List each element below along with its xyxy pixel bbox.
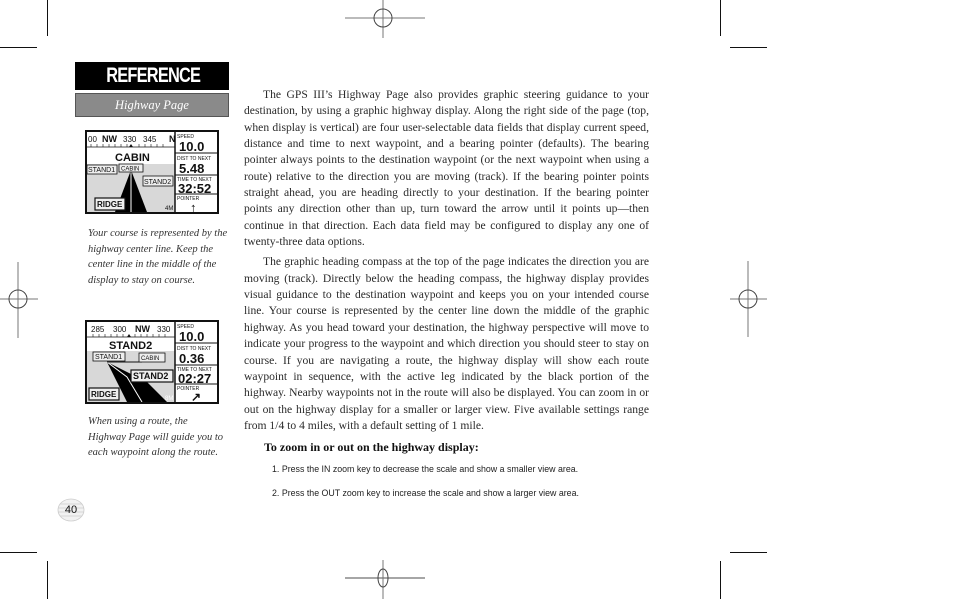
procedure-step: 2. Press the OUT zoom key to increase th… (272, 488, 579, 499)
page-number: 40 (64, 504, 78, 516)
destination-name: CABIN (115, 152, 150, 164)
crop-mark (0, 47, 37, 48)
compass-label: 330 (157, 325, 171, 334)
waypoint-label: CABIN (141, 356, 159, 362)
field-value: 32:52 (178, 181, 211, 196)
crop-mark (47, 0, 48, 36)
waypoint-label: RIDGE (97, 200, 123, 209)
field-value: 10.0 (179, 329, 204, 344)
waypoint-label: CABIN (121, 167, 139, 173)
procedure-heading: To zoom in or out on the highway display… (264, 440, 479, 454)
registration-mark-right (730, 261, 767, 337)
crop-mark (0, 552, 37, 553)
waypoint-label: RIDGE (91, 390, 117, 399)
procedure-step: 1. Press the IN zoom key to decrease the… (272, 464, 579, 475)
registration-mark-left (0, 262, 38, 338)
body-text: The GPS III’s Highway Page also provides… (244, 87, 649, 434)
registration-mark-top (345, 0, 425, 38)
paragraph: The graphic heading compass at the top o… (244, 255, 649, 432)
field-value: 10.0 (179, 139, 204, 154)
bearing-pointer-icon: ↗ (191, 390, 201, 402)
subsection-title: Highway Page (115, 98, 189, 112)
compass-label: 00 (88, 135, 97, 144)
waypoint-label: STAND2 (133, 371, 168, 381)
paragraph: The GPS III’s Highway Page also provides… (244, 88, 649, 249)
map-scale: 8M (165, 396, 173, 402)
figure-caption: When using a route, the Highway Page wil… (88, 416, 224, 459)
compass-label: NW (135, 324, 150, 334)
page-number-badge: 40 (56, 498, 86, 522)
gps-screen-highway-2: 285 300 NW 330 STAND2 STAND1 CABIN STAND… (85, 320, 219, 404)
compass-label: NW (102, 134, 117, 144)
crop-mark (730, 552, 767, 553)
crop-mark (730, 47, 767, 48)
highway-display: 285 300 NW 330 STAND2 STAND1 CABIN STAND… (87, 322, 217, 404)
subsection-title-bar: Highway Page (75, 93, 229, 117)
compass-label: 300 (113, 325, 127, 334)
destination-name: STAND2 (109, 340, 152, 352)
compass-label: 285 (91, 325, 105, 334)
section-title-bar: REFERENCE (75, 62, 229, 90)
field-value: 5.48 (179, 161, 204, 176)
crop-mark (720, 561, 721, 599)
gps-screen-highway-1: 00 NW 330 345 N CABIN STAND1 CABIN STAND… (85, 130, 219, 215)
field-value: 02:27 (178, 371, 211, 386)
waypoint-label: STAND2 (144, 179, 171, 186)
highway-display: 00 NW 330 345 N CABIN STAND1 CABIN STAND… (86, 132, 217, 215)
field-value: 0.36 (179, 351, 204, 366)
section-title: REFERENCE (106, 64, 201, 87)
bearing-pointer-icon: ↑ (190, 200, 197, 212)
compass-label: 330 (123, 135, 137, 144)
crop-mark (720, 0, 721, 36)
registration-mark-bottom (345, 560, 425, 599)
compass-label: 345 (143, 135, 157, 144)
crop-mark (47, 561, 48, 599)
waypoint-label: STAND1 (88, 167, 115, 174)
map-scale: 4M (165, 206, 173, 212)
waypoint-label: STAND1 (95, 354, 122, 361)
figure-caption: Your course is represented by the highwa… (88, 228, 228, 286)
